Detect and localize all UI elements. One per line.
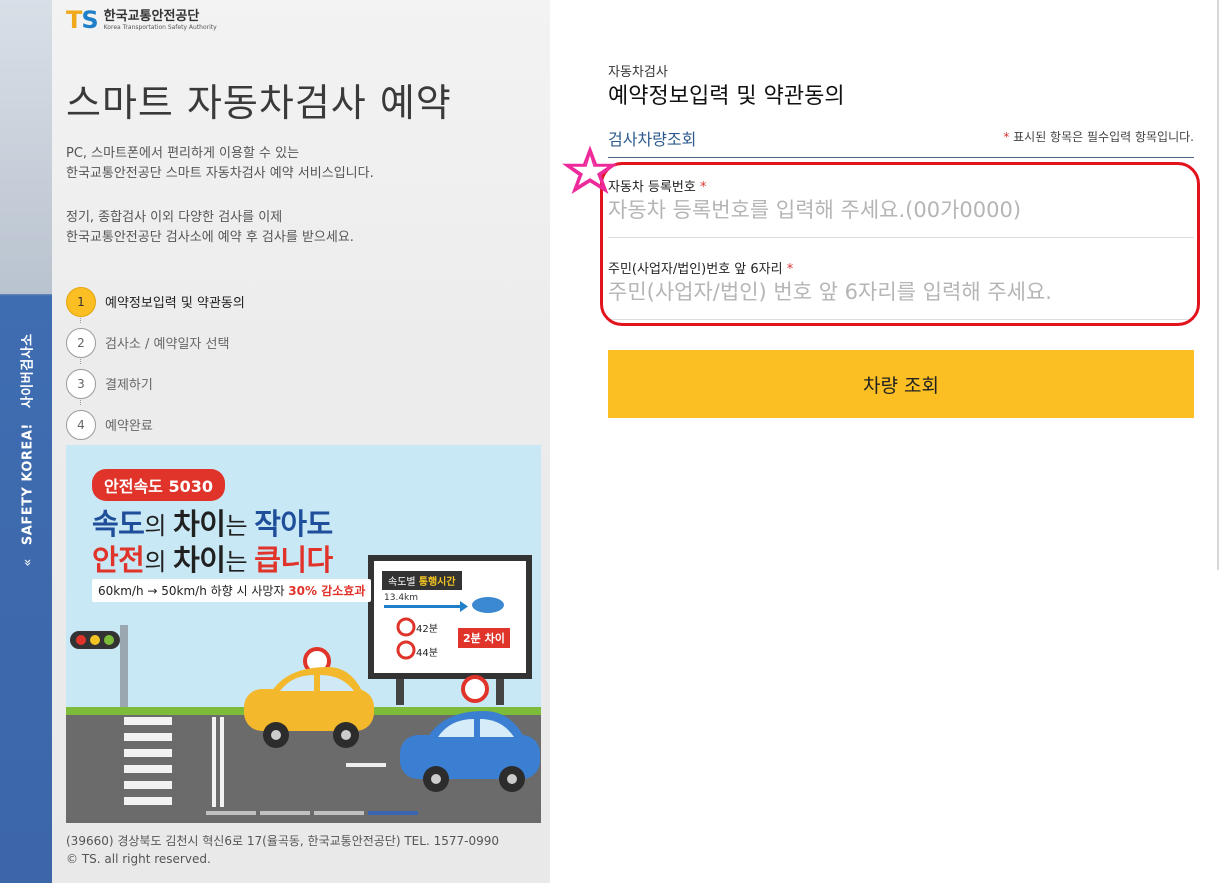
banner-badge: 안전속도 5030 (92, 469, 225, 501)
annotation-highlight (600, 162, 1200, 326)
billboard-title: 속도별 통행시간 (382, 571, 462, 590)
info-panel: TS 한국교통안전공단 Korea Transportation Safety … (52, 0, 550, 883)
safety-speed-banner[interactable]: 안전속도 5030 속도의 차이는 작아도 안전의 차이는 큽니다 60km/h… (66, 445, 541, 823)
side-service: 사이버검사소 (20, 333, 36, 409)
step-label: 검사소 / 예약일자 선택 (105, 337, 230, 352)
side-brand: SAFETY KOREA! (20, 423, 36, 546)
step-number: 1 (66, 286, 96, 317)
hero-description-2: 정기, 종합검사 이외 다양한 검사를 이제 한국교통안전공단 검사소에 예약 … (66, 210, 354, 245)
page-title: 예약정보입력 및 약관동의 (608, 84, 845, 109)
footer-address: (39660) 경상북도 김천시 혁신6로 17(율곡동, 한국교통안전공단) … (66, 834, 499, 848)
footer: (39660) 경상북도 김천시 혁신6로 17(율곡동, 한국교통안전공단) … (66, 832, 499, 868)
star-annotation-icon (562, 145, 618, 195)
side-strip: « SAFETY KOREA! 사이버검사소 (0, 0, 52, 883)
logo-name-en: Korea Transportation Safety Authority (103, 23, 217, 31)
step-label: 예약완료 (105, 419, 153, 434)
required-note: * 표시된 항목은 필수입력 항목입니다. (1003, 130, 1194, 144)
billboard-time-60: 42분 (416, 624, 438, 635)
billboard-diff: 2분 차이 (458, 628, 510, 648)
step-4: 4 예약완료 (66, 404, 245, 445)
step-2: 2 검사소 / 예약일자 선택 (66, 322, 245, 364)
tab-vehicle-lookup[interactable]: 검사차량조회 (608, 126, 696, 150)
hero-description: PC, 스마트폰에서 편리하게 이용할 수 있는 한국교통안전공단 스마트 자동… (66, 146, 374, 181)
ts-logo[interactable]: TS 한국교통안전공단 Korea Transportation Safety … (66, 6, 217, 34)
step-indicator: 1 예약정보입력 및 약관동의 2 검사소 / 예약일자 선택 3 결제하기 4… (66, 281, 245, 445)
step-number: 2 (66, 327, 96, 358)
step-label: 예약정보입력 및 약관동의 (105, 296, 245, 311)
ts-logo-mark: TS (66, 6, 99, 34)
banner-pagination (206, 811, 418, 815)
logo-name-kr: 한국교통안전공단 (103, 8, 200, 24)
billboard-distance: 13.4km (384, 593, 419, 603)
hero-title: 스마트 자동차검사 예약 (66, 81, 452, 125)
step-1: 1 예약정보입력 및 약관동의 (66, 281, 245, 323)
billboard-time-50: 44분 (416, 648, 438, 659)
form-tab-row: 검사차량조회 * 표시된 항목은 필수입력 항목입니다. (608, 124, 1194, 158)
banner-subline: 60km/h → 50km/h 하향 시 사망자 30% 감소효과 (92, 579, 372, 602)
vehicle-lookup-button[interactable]: 차량 조회 (608, 350, 1194, 418)
footer-copyright: © TS. all right reserved. (66, 852, 211, 866)
step-3: 3 결제하기 (66, 363, 245, 405)
banner-dot[interactable] (206, 811, 256, 815)
banner-headline-2: 안전의 차이는 큽니다 (92, 543, 333, 577)
chevron-double-left-icon[interactable]: « (21, 558, 36, 566)
step-number: 4 (66, 409, 96, 440)
banner-dot[interactable] (314, 811, 364, 815)
step-label: 결제하기 (105, 378, 153, 393)
banner-dot-active[interactable] (368, 811, 418, 815)
side-menu-toggle[interactable]: « SAFETY KOREA! 사이버검사소 (17, 333, 36, 566)
side-strip-top (0, 0, 52, 294)
banner-dot[interactable] (260, 811, 310, 815)
step-number: 3 (66, 368, 96, 399)
